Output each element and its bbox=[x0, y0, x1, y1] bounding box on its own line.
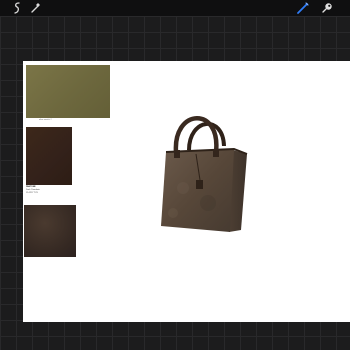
selection-icon bbox=[29, 1, 43, 15]
smudge-icon bbox=[320, 1, 334, 15]
brush-icon bbox=[296, 1, 310, 15]
brush-tool[interactable] bbox=[296, 1, 310, 15]
toolbar bbox=[0, 0, 350, 16]
adjustments-icon bbox=[10, 1, 24, 15]
tote-bag-illustration bbox=[133, 108, 253, 243]
olive-swatch bbox=[26, 65, 110, 118]
leather-texture-swatch bbox=[24, 205, 76, 257]
adjustments-tool[interactable] bbox=[10, 1, 24, 15]
caption-line: 19-1227 TCX bbox=[26, 192, 38, 194]
selection-tool[interactable] bbox=[29, 1, 43, 15]
artwork-canvas[interactable]: olive swatch © PANTONE Dark Chocolate 19… bbox=[23, 61, 350, 322]
dark-brown-swatch bbox=[26, 127, 72, 185]
olive-swatch-caption: olive swatch © bbox=[39, 119, 52, 121]
dark-brown-swatch-caption: PANTONE Dark Chocolate 19-1227 TCX bbox=[26, 186, 66, 195]
smudge-tool[interactable] bbox=[320, 1, 334, 15]
